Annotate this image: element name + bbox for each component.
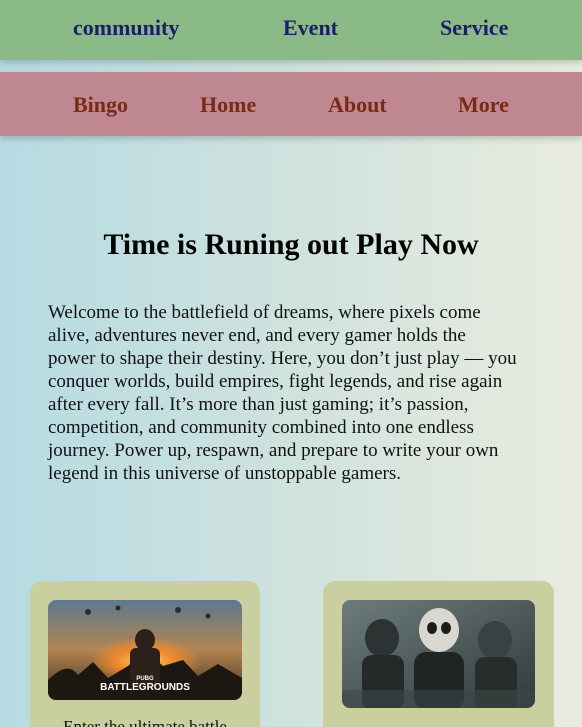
game-card-soldiers[interactable] xyxy=(323,581,554,727)
card-caption: Enter the ultimate battle xyxy=(63,717,227,727)
nav-link-service[interactable]: Service xyxy=(440,15,508,41)
nav-link-community[interactable]: community xyxy=(73,15,179,41)
nav-link-home[interactable]: Home xyxy=(200,92,256,118)
hero-paragraph: Welcome to the battlefield of dreams, wh… xyxy=(48,302,517,484)
hero-title: Time is Runing out Play Now xyxy=(103,228,479,261)
top-navigation-bar: community Event Service xyxy=(0,0,582,60)
pubg-battlegrounds-image: PUBG BATTLEGROUNDS xyxy=(48,600,242,700)
soldiers-game-image xyxy=(342,600,535,708)
nav-link-bingo[interactable]: Bingo xyxy=(73,92,128,118)
game-card-pubg[interactable]: PUBG BATTLEGROUNDS Enter the ultimate ba… xyxy=(30,581,260,727)
nav-link-about[interactable]: About xyxy=(328,92,387,118)
nav-link-more[interactable]: More xyxy=(458,92,509,118)
pubg-logo-battlegrounds: BATTLEGROUNDS xyxy=(100,682,190,693)
secondary-navigation-bar: Bingo Home About More xyxy=(0,72,582,136)
nav-link-event[interactable]: Event xyxy=(283,15,338,41)
